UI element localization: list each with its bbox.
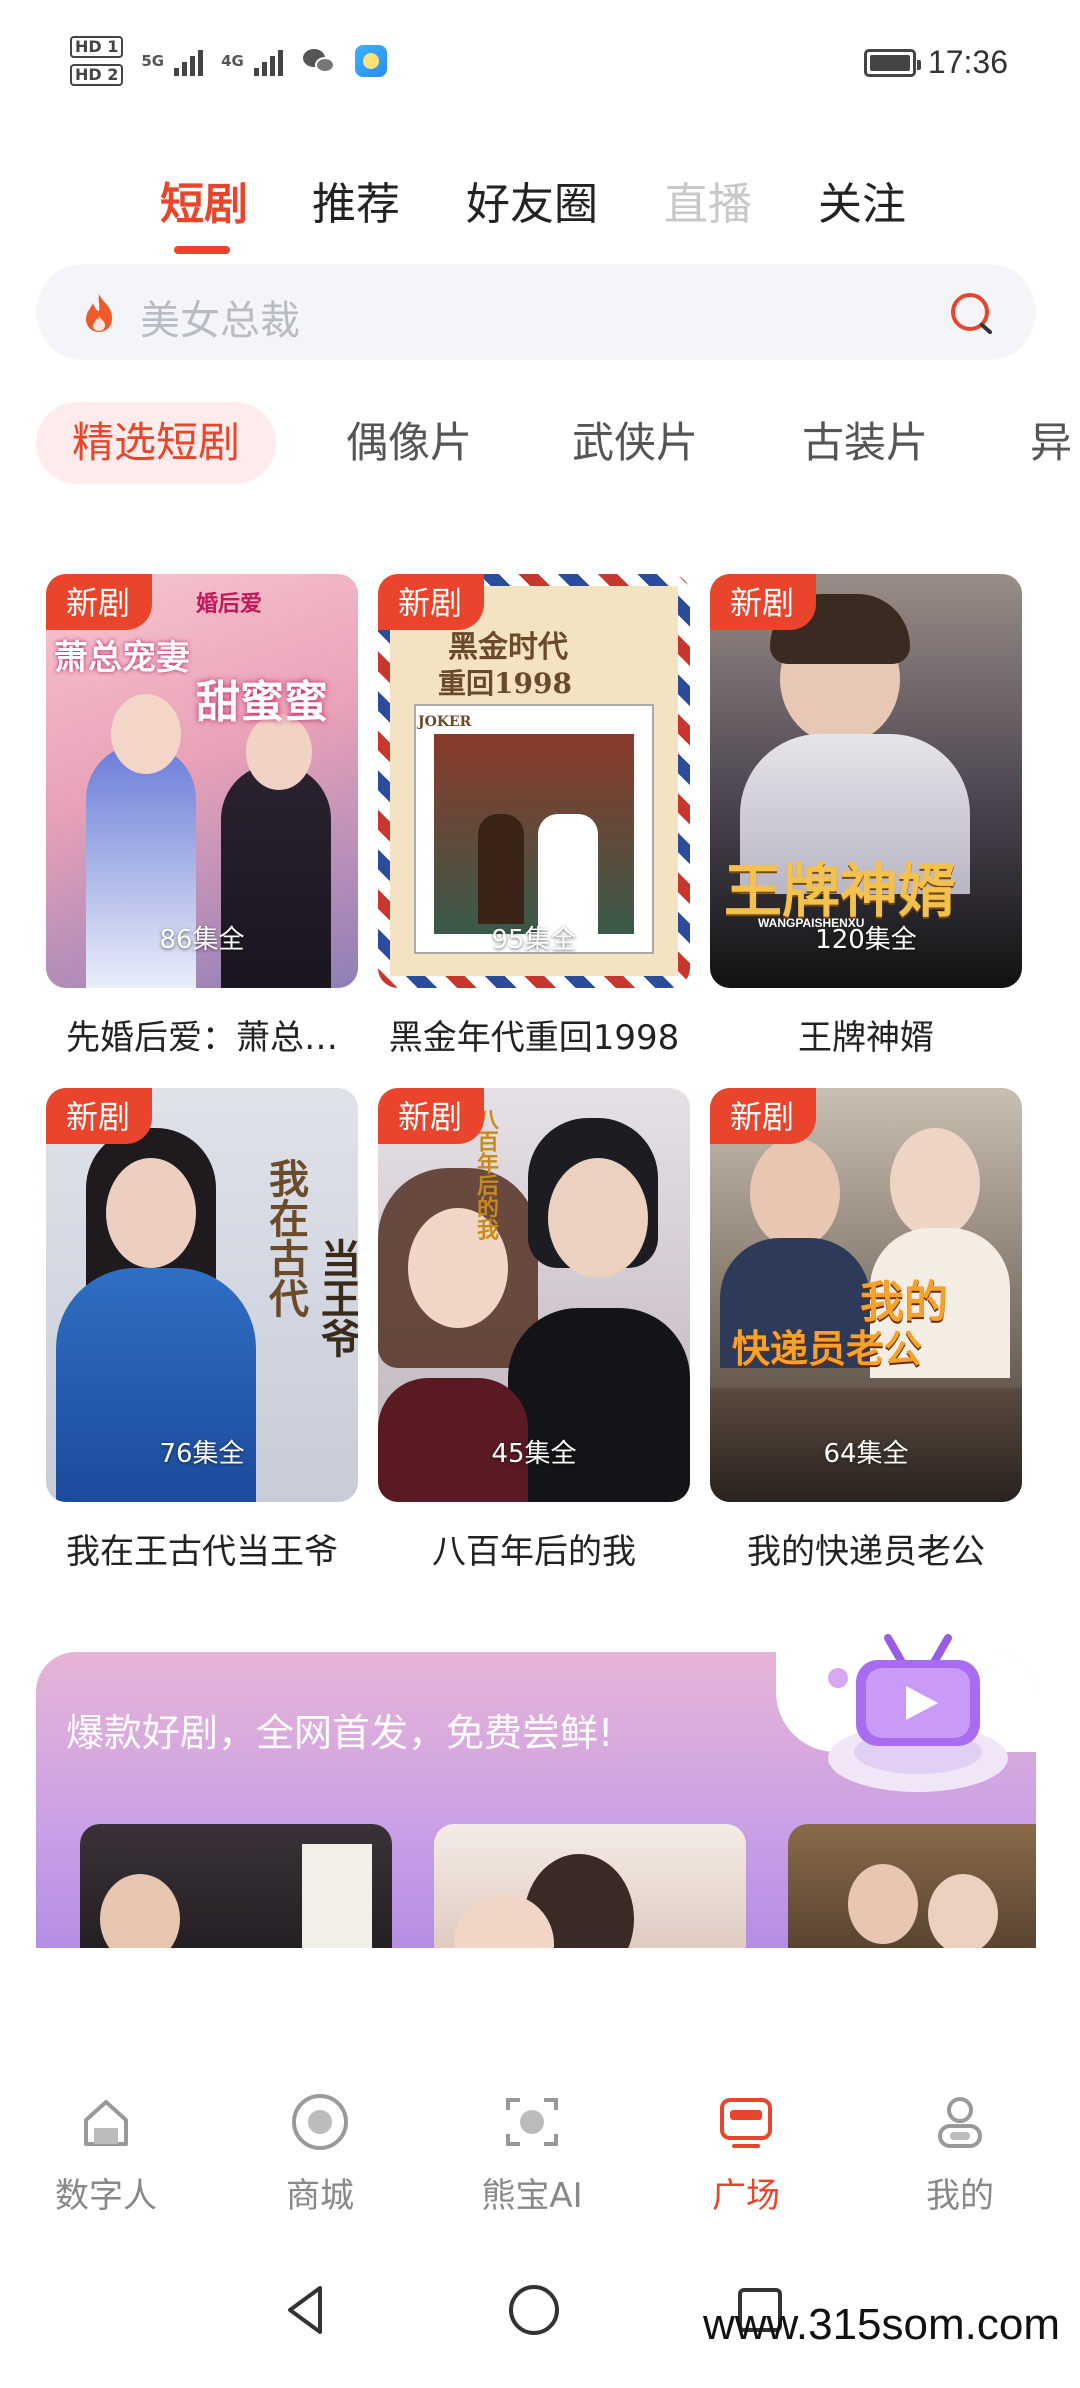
drama-title[interactable]: 我的快递员老公 bbox=[710, 1524, 1022, 1573]
nav-label: 我的 bbox=[926, 2176, 994, 2216]
nav-ai[interactable]: 熊宝AI bbox=[462, 2090, 602, 2217]
new-badge: 新剧 bbox=[46, 574, 153, 630]
tab-follow[interactable]: 关注 bbox=[818, 168, 906, 232]
drama-poster[interactable]: 八百年后的我 新剧 45集全 bbox=[378, 1088, 690, 1502]
clock: 17:36 bbox=[927, 44, 1008, 80]
episode-count: 120集全 bbox=[815, 925, 917, 955]
episode-count: 64集全 bbox=[823, 1439, 909, 1469]
poster-subtitle-text: 当王爷 bbox=[314, 1238, 358, 1358]
network-4g-label: 4G bbox=[221, 52, 244, 70]
chip-costume[interactable]: 古装片 bbox=[802, 402, 928, 484]
chip-idol[interactable]: 偶像片 bbox=[346, 402, 472, 484]
drama-poster[interactable]: 我的 快递员老公 新剧 64集全 bbox=[710, 1088, 1022, 1502]
new-badge: 新剧 bbox=[46, 1088, 153, 1144]
drama-poster[interactable]: 黑金时代 重回1998 JOKER 新剧 95集全 bbox=[378, 574, 690, 988]
nav-label: 熊宝AI bbox=[481, 2176, 583, 2216]
app-notification-icon bbox=[354, 45, 387, 77]
episode-count: 95集全 bbox=[491, 925, 577, 955]
top-tabs: 短剧 推荐 好友圈 直播 关注 bbox=[0, 168, 1080, 268]
drama-poster[interactable]: 王牌神婿 WANGPAISHENXU 新剧 120集全 bbox=[710, 574, 1022, 988]
tv-square-icon bbox=[720, 2098, 772, 2148]
chip-more[interactable]: 异 bbox=[1030, 402, 1072, 484]
search-placeholder: 美女总裁 bbox=[140, 298, 300, 344]
new-badge: 新剧 bbox=[710, 1088, 817, 1144]
back-icon[interactable] bbox=[276, 2280, 336, 2340]
poster-subtitle-text: 快递员老公 bbox=[732, 1326, 923, 1371]
status-left: HD 1 HD 2 5G 4G bbox=[70, 36, 387, 86]
signal-icon bbox=[174, 46, 204, 76]
new-badge: 新剧 bbox=[378, 574, 485, 630]
poster-corner-text: JOKER bbox=[418, 714, 472, 730]
new-badge: 新剧 bbox=[710, 574, 817, 630]
tab-live[interactable]: 直播 bbox=[664, 168, 752, 232]
drama-title[interactable]: 王牌神婿 bbox=[710, 1010, 1022, 1059]
category-chips: 精选短剧 偶像片 武侠片 古装片 异 bbox=[0, 402, 1080, 486]
watermark: www.315som.com bbox=[702, 2300, 1060, 2349]
episode-count: 45集全 bbox=[491, 1439, 577, 1469]
nav-mall[interactable]: 商城 bbox=[250, 2090, 390, 2217]
nav-label: 数字人 bbox=[55, 2176, 157, 2216]
drama-title[interactable]: 黑金年代重回1998 bbox=[378, 1010, 690, 1059]
promo-thumb[interactable] bbox=[788, 1824, 1036, 1948]
status-bar: HD 1 HD 2 5G 4G 17:36 bbox=[0, 0, 1080, 130]
nav-label: 商城 bbox=[286, 2176, 354, 2216]
poster-corner-text: 婚后爱 bbox=[196, 591, 263, 617]
home-icon bbox=[84, 2100, 128, 2146]
episode-count: 76集全 bbox=[159, 1439, 245, 1469]
drama-card[interactable]: 婚后爱 萧总宠妻 甜蜜蜜 新剧 86集全 先婚后爱：萧总… bbox=[46, 574, 358, 1059]
drama-card[interactable]: 我的 快递员老公 新剧 64集全 我的快递员老公 bbox=[710, 1088, 1022, 1573]
tab-short-drama[interactable]: 短剧 bbox=[160, 168, 248, 232]
poster-title-text: 萧总宠妻 bbox=[54, 638, 190, 678]
drama-poster[interactable]: 婚后爱 萧总宠妻 甜蜜蜜 新剧 86集全 bbox=[46, 574, 358, 988]
hd2-indicator: HD 2 bbox=[70, 64, 124, 86]
poster-title-text: 我在古代 bbox=[262, 1158, 309, 1318]
profile-icon bbox=[938, 2097, 982, 2148]
wechat-icon bbox=[302, 47, 337, 75]
promo-text: 爆款好剧，全网首发，免费尝鲜! bbox=[66, 1711, 614, 1755]
drama-poster[interactable]: 我在古代 当王爷 新剧 76集全 bbox=[46, 1088, 358, 1502]
signal-icon-2 bbox=[253, 46, 283, 76]
promo-thumb[interactable] bbox=[80, 1824, 392, 1948]
tab-friends[interactable]: 好友圈 bbox=[466, 168, 598, 232]
hd-indicators: HD 1 HD 2 bbox=[70, 36, 124, 86]
nav-profile[interactable]: 我的 bbox=[890, 2090, 1030, 2217]
drama-title[interactable]: 先婚后爱：萧总… bbox=[46, 1010, 358, 1059]
drama-card[interactable]: 王牌神婿 WANGPAISHENXU 新剧 120集全 王牌神婿 bbox=[710, 574, 1022, 1059]
tab-active-indicator bbox=[174, 246, 230, 254]
promo-thumb[interactable] bbox=[434, 1824, 746, 1948]
search-icon[interactable] bbox=[948, 290, 996, 338]
nav-square[interactable]: 广场 bbox=[676, 2090, 816, 2217]
ai-icon bbox=[506, 2098, 558, 2146]
tv-play-icon bbox=[828, 1634, 1008, 1792]
drama-title[interactable]: 我在王古代当王爷 bbox=[46, 1524, 358, 1573]
tab-recommend[interactable]: 推荐 bbox=[312, 168, 400, 232]
network-5g-label: 5G bbox=[141, 52, 165, 70]
status-right: 17:36 bbox=[863, 44, 1008, 81]
episode-count: 86集全 bbox=[159, 925, 245, 955]
drama-card[interactable]: 黑金时代 重回1998 JOKER 新剧 95集全 黑金年代重回1998 bbox=[378, 574, 690, 1059]
chip-featured[interactable]: 精选短剧 bbox=[36, 402, 277, 484]
search-bar[interactable]: 美女总裁 bbox=[36, 264, 1036, 360]
nav-label: 广场 bbox=[712, 2176, 780, 2216]
chip-wuxia[interactable]: 武侠片 bbox=[572, 402, 698, 484]
poster-subtitle-text: 甜蜜蜜 bbox=[196, 677, 328, 728]
hd1-indicator: HD 1 bbox=[70, 36, 124, 58]
battery-icon bbox=[863, 48, 921, 77]
drama-card[interactable]: 八百年后的我 新剧 45集全 八百年后的我 bbox=[378, 1088, 690, 1573]
home-circle-icon[interactable] bbox=[504, 2280, 564, 2340]
poster-subtitle-text: 重回1998 bbox=[438, 667, 572, 700]
drama-title[interactable]: 八百年后的我 bbox=[378, 1524, 690, 1573]
mall-icon bbox=[292, 2094, 348, 2150]
drama-card[interactable]: 我在古代 当王爷 新剧 76集全 我在王古代当王爷 bbox=[46, 1088, 358, 1573]
new-badge: 新剧 bbox=[378, 1088, 485, 1144]
nav-digital-human[interactable]: 数字人 bbox=[36, 2090, 176, 2217]
bottom-nav: 数字人 商城 熊宝AI 广场 我的 bbox=[0, 2090, 1080, 2250]
fire-icon bbox=[86, 294, 112, 332]
